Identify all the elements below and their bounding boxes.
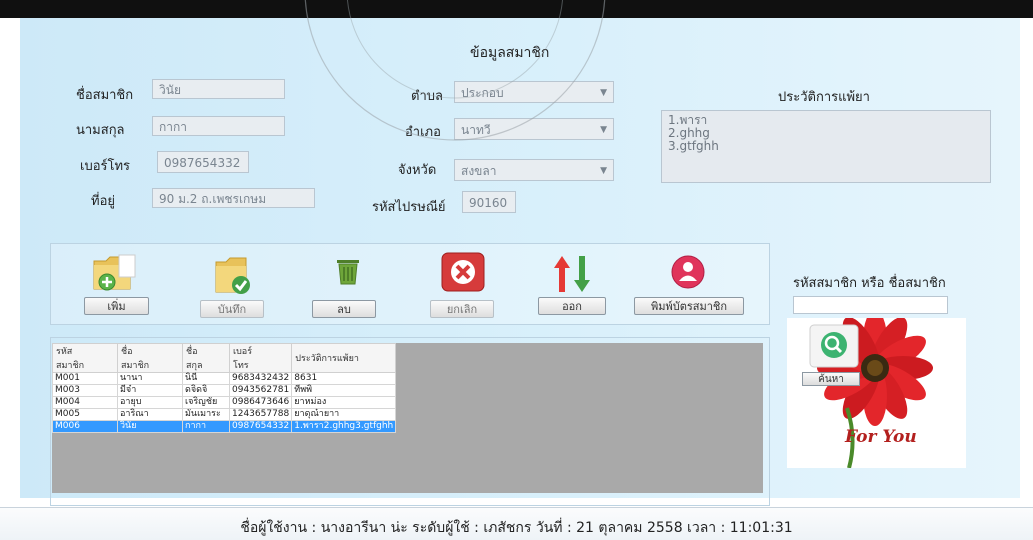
table-cell[interactable]: มีจ๋า [117, 384, 183, 397]
table-cell[interactable]: 0987654332 [228, 420, 293, 433]
chevron-down-icon[interactable]: ▼ [600, 82, 607, 104]
postcode-field[interactable]: 90160 [462, 191, 516, 213]
phone-label: เบอร์โทร [80, 159, 131, 174]
subdistrict-label: ตำบล [411, 89, 443, 104]
allergy-history-line: 1.พารา [668, 113, 708, 127]
province-label: จังหวัด [398, 163, 437, 178]
table-row[interactable]: M006 วินัย กากา 0987654332 1.พารา2.ghhg3.gtf… [52, 420, 397, 433]
member-table: รหัส สมาชิก ชื่อ สมาชิก ชื่อ สกุล เบอร์ … [52, 343, 397, 433]
magnifier-search-icon[interactable] [809, 324, 859, 368]
column-header[interactable]: ประวัติการแพ้ยา [291, 343, 397, 373]
table-cell[interactable]: นินี [182, 372, 230, 385]
district-value: นาทวี [461, 123, 491, 137]
save-folder-icon[interactable] [214, 256, 254, 296]
last-name-field[interactable]: กากา [152, 116, 285, 136]
table-cell[interactable]: 9683432432 [228, 372, 293, 385]
table-cell[interactable]: 8631 [291, 372, 397, 385]
trash-icon[interactable] [333, 256, 363, 288]
table-cell[interactable]: ยาหม่อง [291, 396, 397, 409]
address-label: ที่อยู่ [91, 194, 115, 209]
status-text: ชื่อผู้ใช้งาน : นางอารีนา น่ะ ระดับผู้ใช… [240, 520, 793, 536]
up-down-arrows-icon[interactable] [553, 252, 593, 296]
delete-button[interactable]: ลบ [312, 300, 376, 318]
table-row[interactable]: M003 มีจ๋า ดจิดจิ 0943562781 ทีพพิ [52, 384, 397, 397]
last-name-label: นามสกุล [76, 123, 125, 138]
table-cell[interactable]: M003 [52, 384, 118, 397]
promo-text: For You [845, 427, 917, 447]
first-name-label: ชื่อสมาชิก [76, 88, 134, 103]
add-folder-icon[interactable] [92, 253, 142, 293]
search-label: รหัสสมาชิก หรือ ชื่อสมาชิก [793, 276, 946, 291]
exit-button[interactable]: ออก [538, 297, 606, 315]
allergy-history-textarea[interactable]: 1.พารา 2.ghhg 3.gtfghh [661, 110, 991, 183]
allergy-history-label: ประวัติการแพ้ยา [778, 90, 870, 105]
cancel-x-icon[interactable] [440, 251, 486, 293]
table-row[interactable]: M005 อาริณา มันเมาระ 1243657788 ยาดุณ๋ายาา [52, 408, 397, 421]
subdistrict-value: ประกอบ [461, 86, 504, 100]
province-value: สงขลา [461, 164, 497, 178]
column-header[interactable]: ชื่อ สมาชิก [117, 343, 183, 373]
district-label: อำเภอ [405, 125, 441, 140]
column-header[interactable]: รหัส สมาชิก [52, 343, 118, 373]
table-cell[interactable]: ทีพพิ [291, 384, 397, 397]
search-input[interactable] [793, 296, 948, 314]
table-cell[interactable]: วินัย [117, 420, 183, 433]
column-header[interactable]: ชื่อ สกุล [182, 343, 230, 373]
allergy-history-line: 3.gtfghh [668, 139, 719, 153]
table-cell[interactable]: M004 [52, 396, 118, 409]
add-button[interactable]: เพิ่ม [84, 297, 149, 315]
table-row[interactable]: M004 อายุบ เจริญชัย 0986473646 ยาหม่อง [52, 396, 397, 409]
search-button[interactable]: ค้นหา [802, 372, 860, 386]
table-cell[interactable]: M005 [52, 408, 118, 421]
cancel-button[interactable]: ยกเลิก [430, 300, 494, 318]
table-cell[interactable]: มันเมาระ [182, 408, 230, 421]
address-field[interactable]: 90 ม.2 ถ.เพชรเกษม [152, 188, 315, 208]
district-combo[interactable]: นาทวี ▼ [454, 118, 614, 140]
chevron-down-icon[interactable]: ▼ [600, 160, 607, 182]
table-cell[interactable]: 0943562781 [228, 384, 293, 397]
table-cell[interactable]: นานา [117, 372, 183, 385]
province-combo[interactable]: สงขลา ▼ [454, 159, 614, 181]
table-cell[interactable]: 1243657788 [228, 408, 293, 421]
phone-field[interactable]: 0987654332 [157, 151, 249, 173]
table-cell[interactable]: M001 [52, 372, 118, 385]
table-cell[interactable]: อาริณา [117, 408, 183, 421]
table-cell[interactable]: 1.พารา2.ghhg3.gtfghh [291, 420, 397, 433]
table-cell[interactable]: ดจิดจิ [182, 384, 230, 397]
subdistrict-combo[interactable]: ประกอบ ▼ [454, 81, 614, 103]
table-cell[interactable]: M006 [52, 420, 118, 433]
table-cell[interactable]: 0986473646 [228, 396, 293, 409]
table-row[interactable]: M001 นานา นินี 9683432432 8631 [52, 372, 397, 385]
table-cell[interactable]: อายุบ [117, 396, 183, 409]
member-card-icon[interactable] [670, 254, 706, 290]
save-button[interactable]: บันทึก [200, 300, 264, 318]
postcode-label: รหัสไปรษณีย์ [372, 200, 446, 215]
member-data-grid[interactable]: รหัส สมาชิก ชื่อ สมาชิก ชื่อ สกุล เบอร์ … [52, 343, 763, 493]
table-header-row: รหัส สมาชิก ชื่อ สมาชิก ชื่อ สกุล เบอร์ … [52, 343, 397, 373]
first-name-field[interactable]: วินัย [152, 79, 285, 99]
table-cell[interactable]: ยาดุณ๋ายาา [291, 408, 397, 421]
chevron-down-icon[interactable]: ▼ [600, 119, 607, 141]
status-bar: ชื่อผู้ใช้งาน : นางอารีนา น่ะ ระดับผู้ใช… [0, 507, 1033, 540]
form-title: ข้อมูลสมาชิก [470, 45, 550, 61]
table-cell[interactable]: กากา [182, 420, 230, 433]
window-top-edge [0, 0, 1033, 18]
table-cell[interactable]: เจริญชัย [182, 396, 230, 409]
print-member-card-button[interactable]: พิมพ์บัตรสมาชิก [634, 297, 744, 315]
column-header[interactable]: เบอร์ โทร [228, 343, 293, 373]
